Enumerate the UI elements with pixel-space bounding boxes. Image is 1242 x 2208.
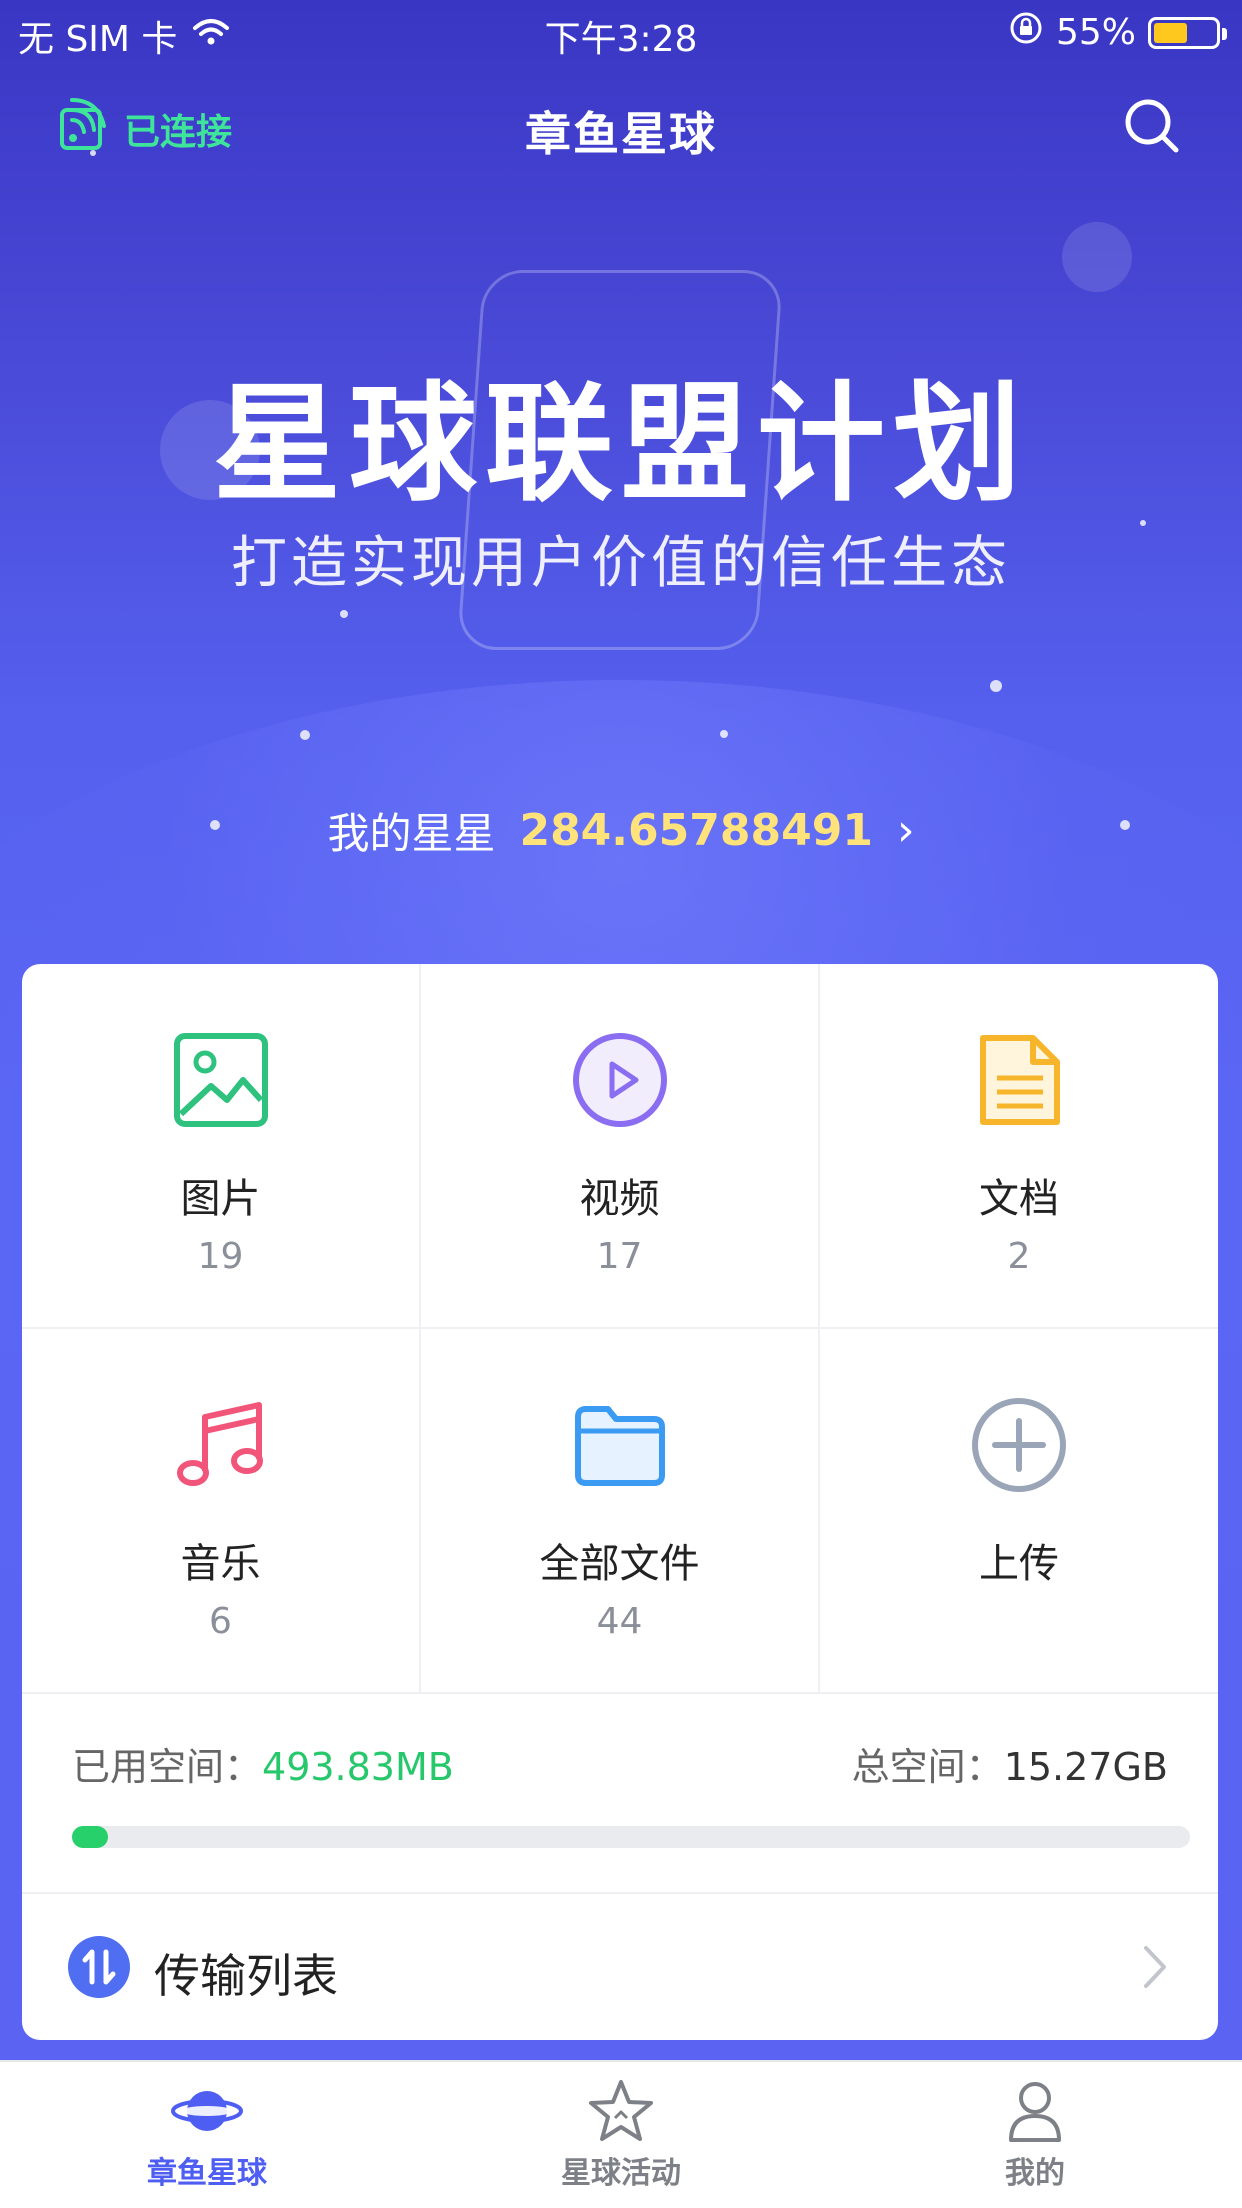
- transfer-list-row[interactable]: 传输列表: [22, 1894, 1218, 2040]
- tab-label: 章鱼星球: [147, 2156, 267, 2191]
- banner-title: 星球联盟计划: [212, 370, 1029, 519]
- storage-usage: 已用空间：493.83MB 总空间：15.27GB: [22, 1694, 1218, 1894]
- chevron-right-icon: [1144, 1946, 1166, 1988]
- category-music[interactable]: 音乐 6: [22, 1329, 421, 1694]
- used-space-value: 493.83MB: [262, 1745, 454, 1789]
- nav-bar: 已连接 章鱼星球: [0, 80, 1242, 170]
- files-card: 图片 19 视频 17 文档 2 音乐 6 全部文件 44 上传 已用空间：49…: [22, 964, 1218, 2040]
- page-title: 章鱼星球: [525, 107, 717, 161]
- category-label: 全部文件: [539, 1541, 700, 1587]
- total-space-value: 15.27GB: [1003, 1745, 1168, 1789]
- tab-bar: 章鱼星球 星球活动 我的: [0, 2060, 1242, 2208]
- category-label: 文档: [979, 1176, 1059, 1222]
- category-all-files[interactable]: 全部文件 44: [421, 1329, 820, 1694]
- category-count: 17: [596, 1236, 643, 1277]
- storage-progress-fill: [72, 1826, 108, 1848]
- music-icon: [176, 1402, 263, 1486]
- banner-subtitle: 打造实现用户价值的信任生态: [231, 531, 1011, 596]
- used-space-label: 已用空间：: [72, 1745, 263, 1789]
- transfer-list-label: 传输列表: [154, 1949, 338, 2003]
- decor-star: [720, 730, 728, 738]
- plus-circle-icon: [972, 1398, 1066, 1492]
- decor-star: [990, 680, 1002, 692]
- document-icon: [980, 1035, 1060, 1125]
- storage-progress-bar: [72, 1826, 1190, 1848]
- tab-planet-activity[interactable]: 星球活动: [414, 2062, 828, 2208]
- decor-bubble: [1062, 222, 1132, 292]
- category-label: 视频: [579, 1176, 660, 1222]
- category-label: 图片: [180, 1176, 261, 1222]
- tab-label: 我的: [1005, 2156, 1065, 2191]
- category-videos[interactable]: 视频 17: [421, 964, 820, 1329]
- decor-star: [340, 610, 348, 618]
- used-space: 已用空间：493.83MB: [72, 1736, 454, 1791]
- category-count: 19: [197, 1236, 244, 1277]
- category-label: 音乐: [180, 1541, 261, 1587]
- my-stars-value: 284.65788491: [519, 805, 873, 856]
- battery-percent: 55%: [1055, 12, 1136, 53]
- planet-icon: [171, 2091, 243, 2131]
- category-count: 2: [1007, 1236, 1031, 1277]
- rotation-lock-icon: [1008, 10, 1044, 55]
- category-label: 上传: [979, 1541, 1059, 1587]
- star-icon: [589, 2080, 653, 2141]
- play-icon: [572, 1033, 667, 1127]
- search-button[interactable]: [1122, 96, 1182, 156]
- transfer-icon: [68, 1936, 130, 1998]
- tab-label: 星球活动: [561, 2156, 681, 2191]
- decor-star: [300, 730, 310, 740]
- category-images[interactable]: 图片 19: [22, 964, 421, 1329]
- search-icon: [1125, 99, 1179, 153]
- folder-icon: [574, 1406, 665, 1486]
- total-space-label: 总空间：: [851, 1745, 1004, 1789]
- user-icon: [1009, 2082, 1061, 2142]
- category-upload[interactable]: 上传: [820, 1329, 1218, 1694]
- total-space: 总空间：15.27GB: [852, 1736, 1168, 1791]
- my-stars-label: 我的星星: [327, 809, 496, 858]
- chevron-right-icon: ›: [896, 805, 915, 856]
- category-documents[interactable]: 文档 2: [820, 964, 1218, 1329]
- tab-octopus-planet[interactable]: 章鱼星球: [0, 2062, 414, 2208]
- battery-fill: [1154, 22, 1187, 43]
- battery-icon: [1148, 16, 1227, 49]
- tab-mine[interactable]: 我的: [828, 2062, 1242, 2208]
- category-grid: 图片 19 视频 17 文档 2 音乐 6 全部文件 44 上传: [22, 964, 1218, 1694]
- category-count: 44: [596, 1601, 643, 1642]
- image-icon: [173, 1033, 268, 1127]
- status-bar: 无 SIM 卡 下午3:28 55%: [0, 0, 1242, 60]
- category-count: 6: [209, 1601, 232, 1642]
- my-stars-link[interactable]: 我的星星 284.65788491 ›: [0, 800, 1242, 861]
